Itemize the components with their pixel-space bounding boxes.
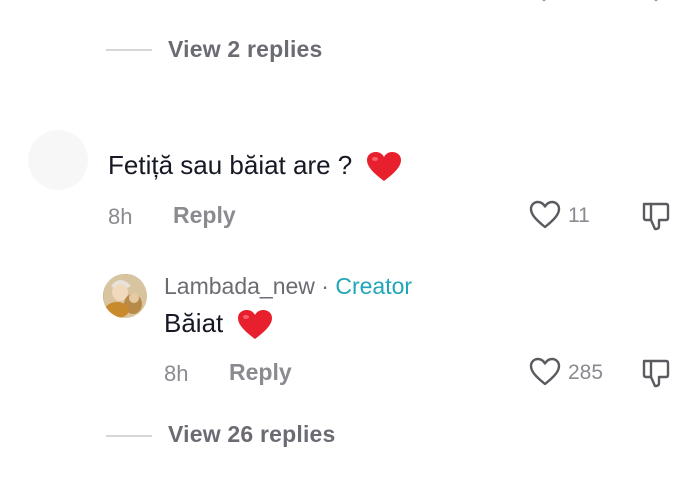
divider-line (106, 49, 152, 51)
comment-text: Băiat (164, 308, 273, 341)
avatar-image (103, 274, 147, 318)
creator-badge: Creator (335, 273, 413, 299)
separator-dot: · (314, 273, 336, 299)
reply-button[interactable]: Reply (173, 202, 236, 229)
heart-icon[interactable] (529, 357, 561, 387)
dislike-icon[interactable] (640, 357, 672, 389)
comment-body: Fetiță sau băiat are ? (108, 150, 353, 180)
comment-text: Fetiță sau băiat are ? (108, 150, 402, 183)
reply-header: Lambada_new · Creator (164, 273, 412, 300)
chevron-down-icon[interactable] (534, 0, 554, 6)
divider-line (106, 435, 152, 437)
like-count: 11 (568, 204, 590, 227)
red-heart-emoji (366, 152, 401, 182)
red-heart-emoji (237, 310, 272, 340)
view-replies-button[interactable]: View 2 replies (168, 36, 323, 63)
dislike-icon[interactable] (640, 200, 672, 232)
view-replies-button[interactable]: View 26 replies (168, 421, 336, 448)
comment-timestamp: 8h (108, 204, 133, 229)
comment-timestamp: 8h (164, 361, 189, 386)
avatar[interactable] (28, 130, 88, 190)
chevron-down-icon[interactable] (646, 0, 666, 6)
username[interactable]: Lambada_new (164, 273, 315, 299)
partial-top-text (200, 0, 240, 6)
heart-icon[interactable] (529, 200, 561, 230)
avatar[interactable] (103, 274, 147, 318)
reply-button[interactable]: Reply (229, 359, 292, 386)
like-count: 285 (568, 361, 604, 384)
comment-body: Băiat (164, 308, 224, 338)
